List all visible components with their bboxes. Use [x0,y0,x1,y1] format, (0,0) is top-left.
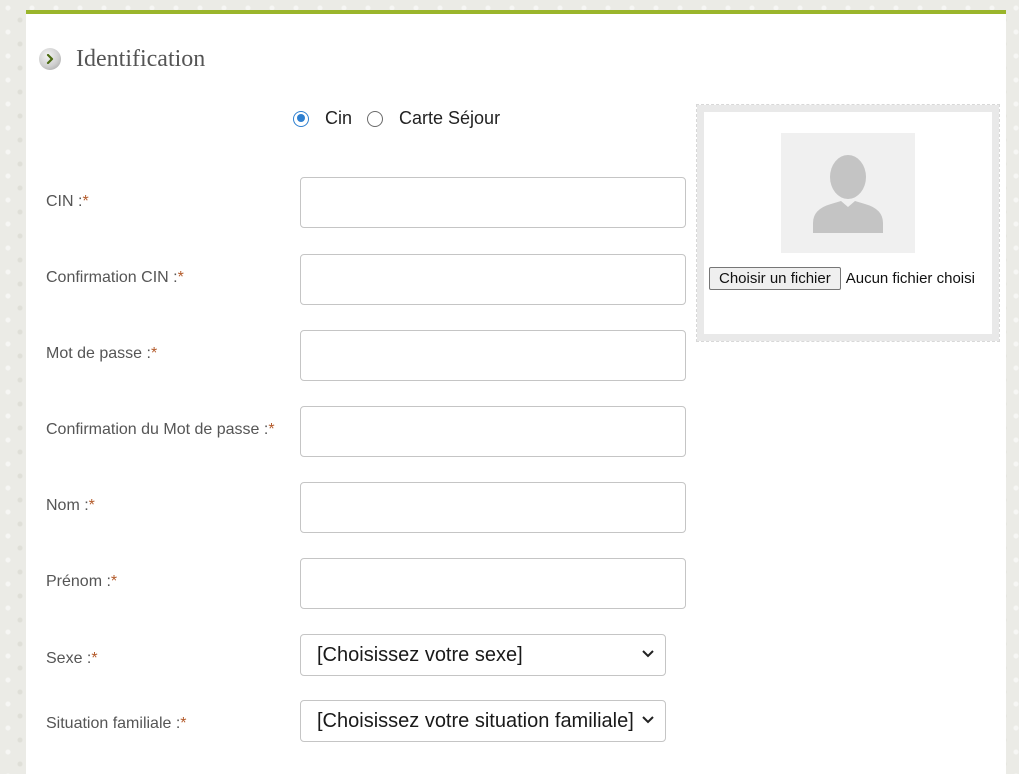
photo-upload-box: Choisir un fichier Aucun fichier choisi [696,104,1000,342]
required-mark: * [82,193,89,210]
password-label-text: Mot de passe : [46,345,151,362]
chevron-down-icon [642,716,654,724]
user-silhouette-icon [813,155,883,233]
password-label: Mot de passe :* [46,345,157,363]
required-mark: * [110,573,118,590]
radio-cin-label[interactable]: Cin [325,108,352,129]
cin-confirm-label: Confirmation CIN :* [46,269,184,287]
section-header: Identification [39,44,205,74]
choose-file-button[interactable]: Choisir un fichier [709,267,841,290]
sexe-label: Sexe :* [46,650,98,668]
chevron-down-icon [642,650,654,658]
cin-input[interactable] [300,177,686,228]
required-mark: * [268,421,275,438]
nom-label: Nom :* [46,497,95,515]
required-mark: * [88,497,95,514]
password-confirm-label-text: Confirmation du Mot de passe : [46,421,269,438]
avatar-placeholder [781,133,915,253]
id-type-radio-group: Cin Carte Séjour [293,108,515,129]
sexe-label-text: Sexe : [46,650,92,667]
required-mark: * [150,345,158,362]
situation-label-text: Situation familiale : [46,715,181,732]
cin-confirm-input[interactable] [300,254,686,305]
file-picker: Choisir un fichier Aucun fichier choisi [709,267,975,290]
required-mark: * [91,650,98,667]
password-confirm-label: Confirmation du Mot de passe :* [46,421,275,439]
situation-select[interactable]: [Choisissez votre situation familiale] [300,700,666,742]
sexe-select[interactable]: [Choisissez votre sexe] [300,634,666,676]
radio-carte-sejour[interactable] [367,110,384,127]
sexe-select-value: [Choisissez votre sexe] [317,643,523,666]
cin-label: CIN :* [46,193,89,211]
required-mark: * [180,715,187,732]
required-mark: * [177,269,184,286]
prenom-label-text: Prénom : [46,573,111,590]
prenom-label: Prénom :* [46,573,117,591]
cin-confirm-label-text: Confirmation CIN : [46,269,178,286]
password-input[interactable] [300,330,686,381]
cin-label-text: CIN : [46,193,83,210]
radio-carte-sejour-label[interactable]: Carte Séjour [399,108,500,129]
nom-label-text: Nom : [46,497,89,514]
radio-cin[interactable] [293,110,309,127]
file-status: Aucun fichier choisi [845,270,975,287]
situation-select-value: [Choisissez votre situation familiale] [317,709,634,732]
chevron-right-icon [39,48,61,70]
nom-input[interactable] [300,482,686,533]
form-panel: Identification Cin Carte Séjour CIN :* C… [26,10,1006,774]
password-confirm-input[interactable] [300,406,686,457]
situation-label: Situation familiale :* [46,715,187,733]
prenom-input[interactable] [300,558,686,609]
section-title: Identification [76,45,206,72]
